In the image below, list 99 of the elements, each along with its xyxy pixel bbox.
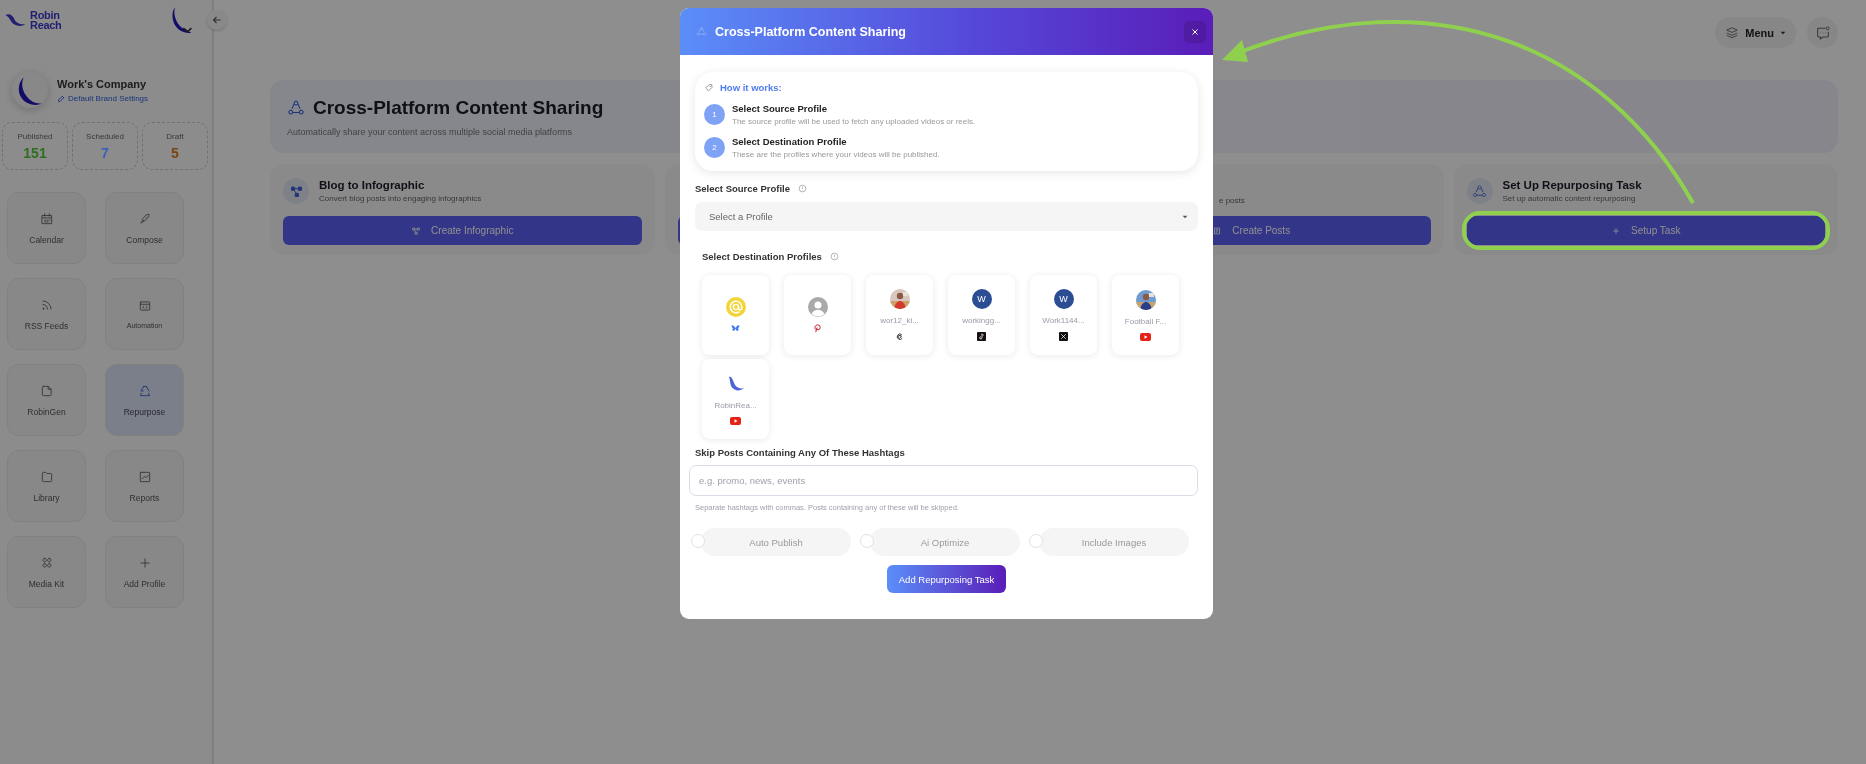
- stat-value: 5: [171, 144, 179, 161]
- stat-label: Scheduled: [86, 131, 124, 141]
- hero-title: Cross-Platform Content Sharing: [313, 96, 604, 119]
- nav-tile[interactable]: Calendar: [7, 192, 86, 264]
- brand-name: Robin: [30, 10, 61, 20]
- profile-tile[interactable]: RobinRea...: [702, 359, 769, 439]
- field-label: Select Destination Profiles: [702, 251, 822, 262]
- step-title: Select Source Profile: [732, 103, 829, 114]
- step-number: 1: [704, 104, 725, 125]
- arrow-left-icon: [211, 14, 223, 26]
- folder-icon: [39, 469, 54, 484]
- play-icon: [730, 416, 741, 425]
- profile-name: RobinRea...: [714, 400, 757, 410]
- layers-icon: [1725, 25, 1740, 40]
- letter-avatar: W: [1053, 289, 1074, 309]
- card-description: Convert blog posts into engaging infographics: [319, 194, 482, 203]
- rocket-icon: [137, 211, 152, 226]
- card-title: Blog to Infographic: [319, 179, 426, 191]
- hashtags-input[interactable]: e.g. promo, news, events: [689, 465, 1198, 496]
- profile-tile[interactable]: W Work1144...: [1030, 275, 1097, 355]
- profile-tile[interactable]: [702, 275, 769, 355]
- step-title: Select Destination Profile: [732, 136, 848, 147]
- chart-icon: [137, 469, 152, 484]
- option-toggle[interactable]: [1029, 534, 1043, 548]
- stat-label: Draft: [166, 131, 184, 141]
- edit-icon: [57, 93, 66, 103]
- card-icon: [283, 178, 309, 204]
- calendar-icon: [39, 211, 54, 226]
- modal-title: Cross-Platform Content Sharing: [715, 24, 907, 39]
- nav-tile[interactable]: RobinGen: [7, 364, 86, 436]
- card-action-button[interactable]: Create Infographic: [283, 216, 642, 245]
- bird-logo-icon: [4, 12, 28, 28]
- card-icon: [1466, 178, 1493, 204]
- profile-name: workingg...: [962, 316, 1001, 325]
- option-label: Ai Optimize: [870, 528, 1020, 556]
- option-label: Auto Publish: [701, 528, 851, 556]
- tag-icon: [704, 82, 714, 93]
- option-toggle[interactable]: [691, 534, 705, 548]
- card-description: e posts: [1219, 196, 1245, 205]
- company-name: Work's Company: [57, 77, 148, 90]
- nav-tile[interactable]: Reports: [105, 450, 184, 522]
- nav-tile[interactable]: Compose: [105, 192, 184, 264]
- card-description: Set up automatic content repurposing: [1502, 194, 1637, 203]
- info-icon: [829, 252, 839, 261]
- company-avatar: [12, 72, 48, 108]
- nav-tile[interactable]: Media Kit: [7, 536, 86, 608]
- stat-label: Published: [17, 131, 53, 141]
- submit-button[interactable]: Add Repurposing Task: [886, 565, 1007, 593]
- info-heading: How it works:: [720, 82, 782, 93]
- swirl-icon: [895, 332, 904, 341]
- profile-select[interactable]: Select a Profile: [695, 202, 1198, 231]
- circles-icon: [39, 555, 54, 570]
- profile-tile[interactable]: wor12_ki...: [866, 275, 933, 355]
- option-toggle[interactable]: [860, 534, 874, 548]
- brand-settings-link[interactable]: Default Brand Settings: [57, 93, 149, 103]
- info-icon: [798, 184, 808, 193]
- person-avatar-icon: [807, 297, 828, 317]
- profile-tile[interactable]: [784, 275, 851, 355]
- card-action-button[interactable]: Setup Task: [1466, 216, 1825, 245]
- caret-icon: [1780, 30, 1786, 35]
- close-icon: [1190, 26, 1200, 37]
- nav-tile[interactable]: Add Profile: [105, 536, 184, 608]
- field-label: Skip Posts Containing Any Of These Hashtags: [695, 447, 906, 458]
- nav-tile[interactable]: Repurpose: [105, 364, 184, 436]
- step-number: 2: [704, 137, 725, 158]
- menu-button[interactable]: Menu: [1715, 17, 1796, 48]
- code-window-icon: [137, 299, 152, 313]
- letter-avatar: W: [971, 289, 992, 309]
- profile-name: Work1144...: [1042, 316, 1085, 325]
- music-note-icon: [977, 332, 986, 341]
- profile-name: wor12_ki...: [880, 316, 919, 325]
- close-button[interactable]: [1184, 20, 1206, 43]
- card-title: Set Up Repurposing Task: [1502, 179, 1642, 191]
- nav-tile[interactable]: RSS Feeds: [7, 278, 86, 350]
- hero-subtitle: Automatically share your content across multiple social media platforms: [287, 126, 573, 137]
- butterfly-icon: [731, 324, 740, 333]
- brand-name: Reach: [30, 20, 62, 30]
- profile-name: Football F...: [1124, 316, 1167, 326]
- at-sign-icon: [725, 297, 746, 317]
- step-description: The source profile will be used to fetch any uploaded videos or reels.: [732, 117, 976, 126]
- plus-icon: [1611, 225, 1622, 236]
- step-description: These are the profiles where your videos will be published.: [732, 150, 940, 159]
- profile-tile[interactable]: Football F...: [1112, 275, 1179, 355]
- play-icon: [1140, 332, 1151, 341]
- chat-button[interactable]: [1807, 17, 1838, 48]
- x-icon: [1059, 332, 1068, 341]
- caret-icon: [1182, 214, 1188, 219]
- stat-value: 151: [23, 144, 47, 161]
- document-icon: [39, 383, 54, 398]
- pin-icon: [813, 324, 822, 333]
- chat-icon: [1814, 24, 1831, 41]
- profile-tile[interactable]: W workingg...: [948, 275, 1015, 355]
- nav-tile[interactable]: Library: [7, 450, 86, 522]
- plus-icon: [137, 555, 152, 570]
- stat-value: 7: [101, 144, 109, 161]
- nodes-icon: [411, 225, 422, 236]
- rss-icon: [39, 297, 54, 312]
- field-label: Select Source Profile: [695, 183, 791, 194]
- option-label: Include Images: [1039, 528, 1189, 556]
